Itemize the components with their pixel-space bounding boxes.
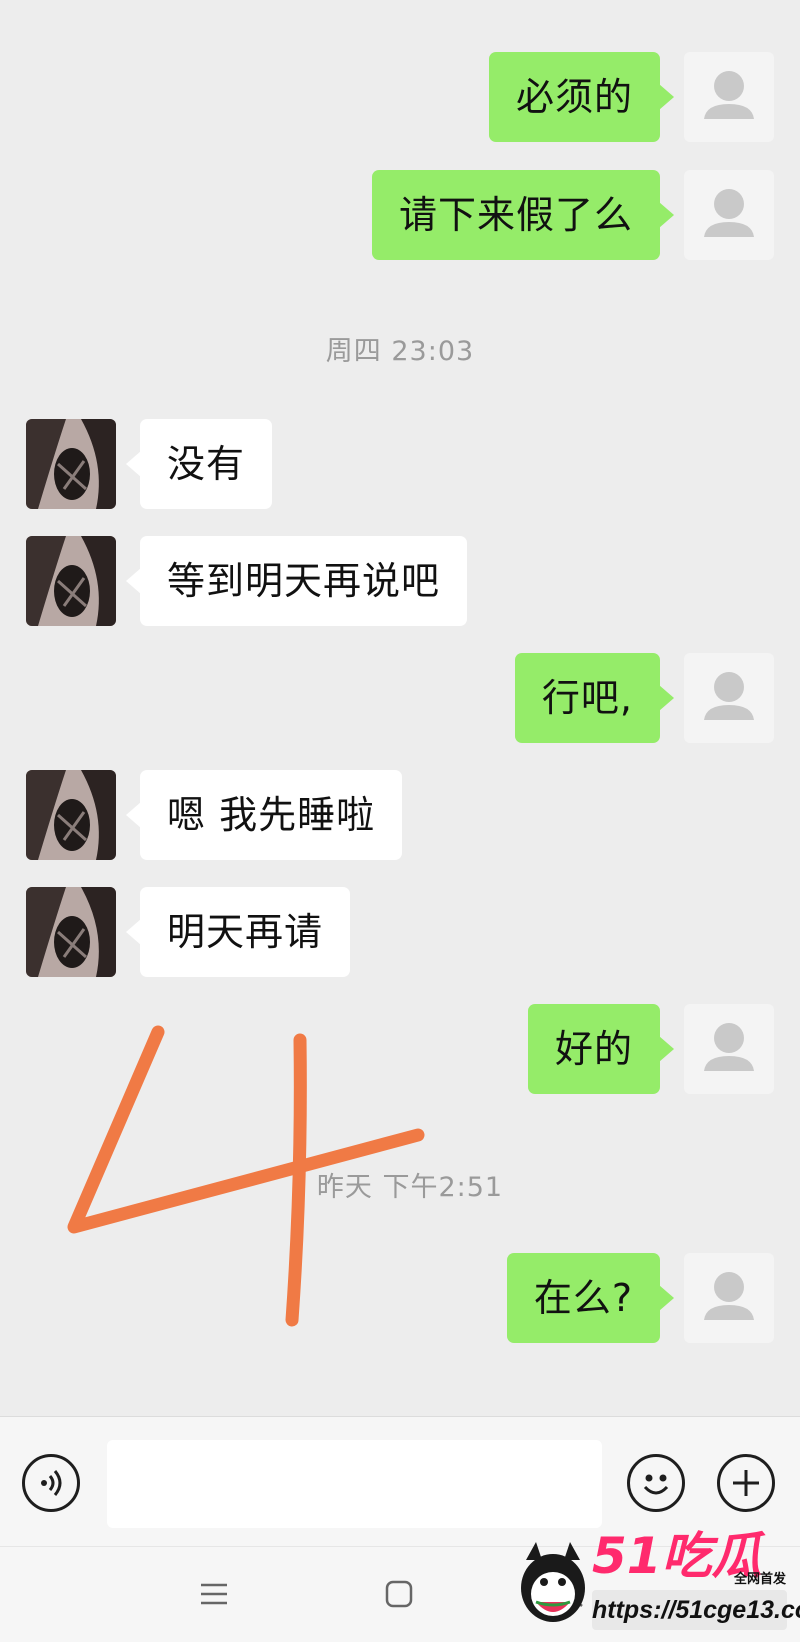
default-avatar-icon xyxy=(704,189,754,237)
watermark-domain: https://51cge13.com xyxy=(592,1590,800,1630)
incoming-message-bubble[interactable]: 明天再请 xyxy=(125,887,351,977)
default-avatar-icon xyxy=(704,71,754,119)
default-avatar-icon xyxy=(704,672,754,720)
message-row: 必须的 xyxy=(0,52,800,142)
site-watermark: 51吃瓜 全网首发 https://51cge13.com xyxy=(492,1524,800,1636)
my-avatar[interactable] xyxy=(684,52,774,142)
outgoing-message-bubble[interactable]: 请下来假了么 xyxy=(371,170,675,260)
contact-photo-icon xyxy=(26,887,116,977)
voice-icon xyxy=(41,1470,62,1496)
message-row: 请下来假了么 xyxy=(0,170,800,260)
default-avatar-icon xyxy=(704,1272,754,1320)
menu-icon[interactable] xyxy=(199,1579,229,1609)
my-avatar[interactable] xyxy=(684,1253,774,1343)
home-icon[interactable] xyxy=(384,1579,414,1609)
contact-photo-icon xyxy=(26,419,116,509)
emoji-icon xyxy=(643,1474,669,1495)
default-avatar-icon xyxy=(704,1023,754,1071)
plus-icon xyxy=(733,1470,759,1496)
message-row: 在么? xyxy=(0,1253,800,1343)
mascot-logo xyxy=(521,1542,585,1622)
voice-button[interactable] xyxy=(22,1454,80,1512)
my-avatar[interactable] xyxy=(684,170,774,260)
contact-avatar[interactable] xyxy=(26,536,116,626)
incoming-message-bubble[interactable]: 等到明天再说吧 xyxy=(125,536,468,626)
contact-avatar[interactable] xyxy=(26,419,116,509)
outgoing-message-bubble[interactable]: 行吧, xyxy=(514,653,675,743)
message-row: 行吧, xyxy=(0,653,800,743)
timestamp: 周四 23:03 xyxy=(325,336,475,367)
contact-photo-icon xyxy=(26,770,116,860)
message-row: 好的 xyxy=(0,1004,800,1094)
emoji-button[interactable] xyxy=(627,1454,685,1512)
my-avatar[interactable] xyxy=(684,653,774,743)
message-row: 嗯 我先睡啦 xyxy=(0,770,800,860)
contact-avatar[interactable] xyxy=(26,887,116,977)
message-row: 等到明天再说吧 xyxy=(0,536,800,626)
chat-area: 必须的 请下来假了么 周四 23:03 没有 等到明天再说吧 行吧, 嗯 我先睡… xyxy=(0,0,800,1416)
my-avatar[interactable] xyxy=(684,1004,774,1094)
outgoing-message-bubble[interactable]: 好的 xyxy=(527,1004,675,1094)
outgoing-message-bubble[interactable]: 必须的 xyxy=(488,52,675,142)
contact-avatar[interactable] xyxy=(26,770,116,860)
contact-photo-icon xyxy=(26,536,116,626)
incoming-message-bubble[interactable]: 没有 xyxy=(125,419,273,509)
watermark-tag: 全网首发 xyxy=(733,1572,786,1587)
outgoing-message-bubble[interactable]: 在么? xyxy=(506,1253,675,1343)
more-button[interactable] xyxy=(717,1454,775,1512)
message-input[interactable] xyxy=(107,1440,602,1528)
message-row: 明天再请 xyxy=(0,887,800,977)
timestamp: 昨天 下午2:51 xyxy=(316,1172,504,1203)
message-row: 没有 xyxy=(0,419,800,509)
incoming-message-bubble[interactable]: 嗯 我先睡啦 xyxy=(125,770,403,860)
